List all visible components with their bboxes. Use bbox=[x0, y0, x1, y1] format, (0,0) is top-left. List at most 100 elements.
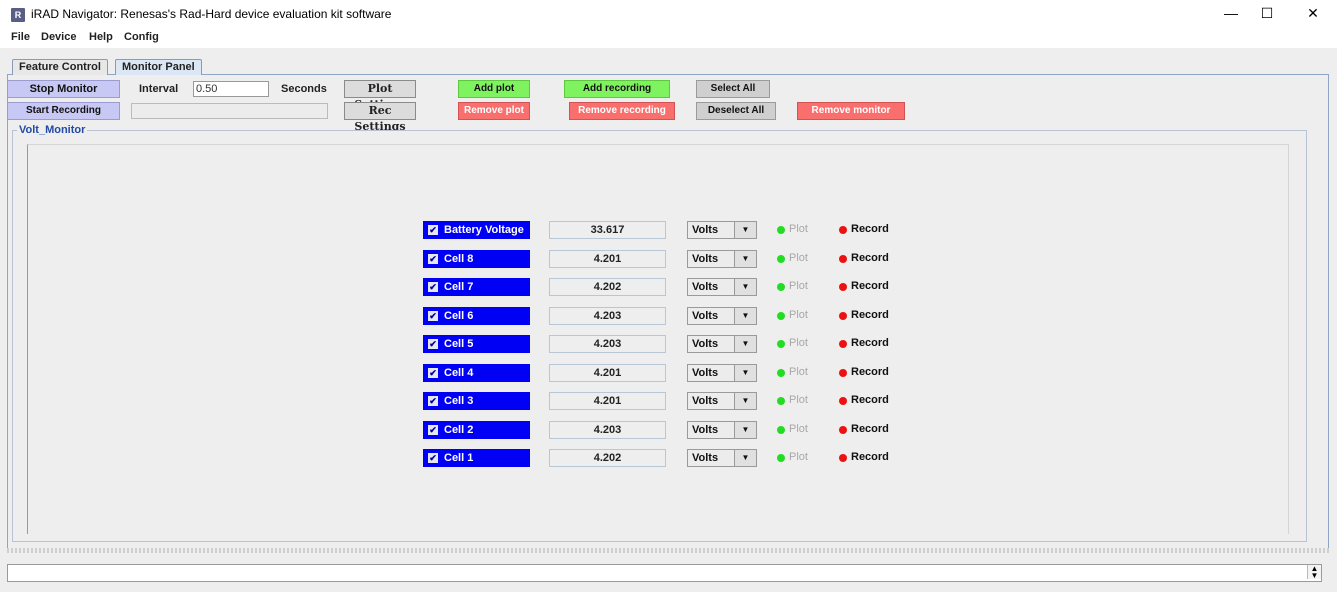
plot-toggle-label[interactable]: Plot bbox=[789, 451, 808, 463]
record-toggle-label[interactable]: Record bbox=[851, 394, 889, 406]
monitor-checkbox[interactable]: ✔ Cell 3 bbox=[423, 392, 530, 410]
monitor-checkbox[interactable]: ✔ Cell 5 bbox=[423, 335, 530, 353]
app-icon: R bbox=[11, 8, 25, 22]
monitor-value-field: 4.202 bbox=[549, 278, 666, 296]
tab-feature-control[interactable]: Feature Control bbox=[12, 59, 108, 75]
plot-status-dot-icon[interactable] bbox=[777, 426, 785, 434]
record-status-dot-icon[interactable] bbox=[839, 426, 847, 434]
remove-recording-button[interactable]: Remove recording bbox=[569, 102, 675, 120]
record-status-dot-icon[interactable] bbox=[839, 397, 847, 405]
plot-toggle-label[interactable]: Plot bbox=[789, 394, 808, 406]
monitor-value-field: 4.203 bbox=[549, 421, 666, 439]
monitor-checkbox[interactable]: ✔ Cell 1 bbox=[423, 449, 530, 467]
record-toggle-label[interactable]: Record bbox=[851, 423, 889, 435]
chevron-down-icon[interactable]: ▼ bbox=[734, 308, 756, 324]
checkbox-checked-icon: ✔ bbox=[428, 396, 438, 406]
monitor-name: Cell 4 bbox=[444, 367, 474, 379]
chevron-down-icon[interactable]: ▼ bbox=[734, 251, 756, 267]
plot-toggle-label[interactable]: Plot bbox=[789, 423, 808, 435]
unit-select[interactable]: Volts ▼ bbox=[687, 278, 757, 296]
monitor-name: Cell 1 bbox=[444, 452, 474, 464]
plot-status-dot-icon[interactable] bbox=[777, 454, 785, 462]
menu-config[interactable]: Config bbox=[124, 31, 159, 43]
maximize-button[interactable]: ☐ bbox=[1257, 5, 1277, 23]
monitor-row: ✔ Cell 3 4.201 Volts ▼ Plot Record bbox=[0, 392, 1337, 410]
plot-status-dot-icon[interactable] bbox=[777, 369, 785, 377]
record-toggle-label[interactable]: Record bbox=[851, 252, 889, 264]
plot-toggle-label[interactable]: Plot bbox=[789, 280, 808, 292]
record-toggle-label[interactable]: Record bbox=[851, 309, 889, 321]
select-all-button[interactable]: Select All bbox=[696, 80, 770, 98]
minimize-button[interactable]: — bbox=[1221, 5, 1241, 23]
deselect-all-button[interactable]: Deselect All bbox=[696, 102, 776, 120]
unit-select[interactable]: Volts ▼ bbox=[687, 449, 757, 467]
unit-selected-value: Volts bbox=[692, 395, 719, 407]
chevron-down-icon[interactable]: ▼ bbox=[734, 279, 756, 295]
monitor-checkbox[interactable]: ✔ Cell 8 bbox=[423, 250, 530, 268]
status-text-area[interactable] bbox=[7, 564, 1322, 582]
menu-file[interactable]: File bbox=[11, 31, 30, 43]
plot-status-dot-icon[interactable] bbox=[777, 226, 785, 234]
record-toggle-label[interactable]: Record bbox=[851, 223, 889, 235]
stop-monitor-button[interactable]: Stop Monitor bbox=[7, 80, 120, 98]
plot-status-dot-icon[interactable] bbox=[777, 283, 785, 291]
record-status-dot-icon[interactable] bbox=[839, 340, 847, 348]
plot-status-dot-icon[interactable] bbox=[777, 340, 785, 348]
plot-toggle-label[interactable]: Plot bbox=[789, 337, 808, 349]
unit-select[interactable]: Volts ▼ bbox=[687, 250, 757, 268]
plot-settings-button[interactable]: Plot Settings bbox=[344, 80, 416, 111]
chevron-down-icon[interactable]: ▼ bbox=[734, 365, 756, 381]
chevron-down-icon[interactable]: ▼ bbox=[734, 222, 756, 238]
record-status-dot-icon[interactable] bbox=[839, 369, 847, 377]
checkbox-checked-icon: ✔ bbox=[428, 225, 438, 235]
add-recording-button[interactable]: Add recording bbox=[564, 80, 670, 98]
unit-select[interactable]: Volts ▼ bbox=[687, 392, 757, 410]
plot-status-dot-icon[interactable] bbox=[777, 397, 785, 405]
chevron-down-icon[interactable]: ▼ bbox=[734, 422, 756, 438]
rec-settings-button[interactable]: Rec Settings bbox=[344, 102, 416, 133]
monitor-checkbox[interactable]: ✔ Battery Voltage bbox=[423, 221, 530, 239]
monitor-row: ✔ Cell 6 4.203 Volts ▼ Plot Record bbox=[0, 307, 1337, 325]
chevron-down-icon[interactable]: ▼ bbox=[734, 336, 756, 352]
record-toggle-label[interactable]: Record bbox=[851, 451, 889, 463]
status-scroll-spinner[interactable]: ▲ ▼ bbox=[1307, 565, 1321, 580]
record-toggle-label[interactable]: Record bbox=[851, 337, 889, 349]
recording-progress-bar bbox=[131, 103, 328, 119]
remove-plot-button[interactable]: Remove plot bbox=[458, 102, 530, 120]
monitor-row: ✔ Battery Voltage 33.617 Volts ▼ Plot Record bbox=[0, 221, 1337, 239]
plot-toggle-label[interactable]: Plot bbox=[789, 223, 808, 235]
interval-input[interactable]: 0.50 bbox=[193, 81, 269, 97]
plot-toggle-label[interactable]: Plot bbox=[789, 252, 808, 264]
plot-toggle-label[interactable]: Plot bbox=[789, 366, 808, 378]
monitor-checkbox[interactable]: ✔ Cell 4 bbox=[423, 364, 530, 382]
tab-monitor-panel[interactable]: Monitor Panel bbox=[115, 59, 202, 75]
start-recording-button[interactable]: Start Recording bbox=[7, 102, 120, 120]
menu-device[interactable]: Device bbox=[41, 31, 76, 43]
chevron-down-icon[interactable]: ▼ bbox=[734, 393, 756, 409]
chevron-down-icon[interactable]: ▼ bbox=[734, 450, 756, 466]
menu-help[interactable]: Help bbox=[89, 31, 113, 43]
split-pane-divider[interactable] bbox=[7, 548, 1329, 553]
plot-toggle-label[interactable]: Plot bbox=[789, 309, 808, 321]
record-toggle-label[interactable]: Record bbox=[851, 280, 889, 292]
monitor-checkbox[interactable]: ✔ Cell 7 bbox=[423, 278, 530, 296]
monitor-checkbox[interactable]: ✔ Cell 6 bbox=[423, 307, 530, 325]
plot-status-dot-icon[interactable] bbox=[777, 255, 785, 263]
remove-monitor-button[interactable]: Remove monitor bbox=[797, 102, 905, 120]
unit-select[interactable]: Volts ▼ bbox=[687, 421, 757, 439]
monitor-checkbox[interactable]: ✔ Cell 2 bbox=[423, 421, 530, 439]
unit-select[interactable]: Volts ▼ bbox=[687, 307, 757, 325]
record-status-dot-icon[interactable] bbox=[839, 255, 847, 263]
unit-select[interactable]: Volts ▼ bbox=[687, 335, 757, 353]
unit-selected-value: Volts bbox=[692, 424, 719, 436]
record-status-dot-icon[interactable] bbox=[839, 312, 847, 320]
unit-select[interactable]: Volts ▼ bbox=[687, 364, 757, 382]
record-status-dot-icon[interactable] bbox=[839, 226, 847, 234]
plot-status-dot-icon[interactable] bbox=[777, 312, 785, 320]
close-button[interactable]: ✕ bbox=[1303, 5, 1323, 23]
unit-select[interactable]: Volts ▼ bbox=[687, 221, 757, 239]
add-plot-button[interactable]: Add plot bbox=[458, 80, 530, 98]
record-status-dot-icon[interactable] bbox=[839, 454, 847, 462]
record-status-dot-icon[interactable] bbox=[839, 283, 847, 291]
record-toggle-label[interactable]: Record bbox=[851, 366, 889, 378]
